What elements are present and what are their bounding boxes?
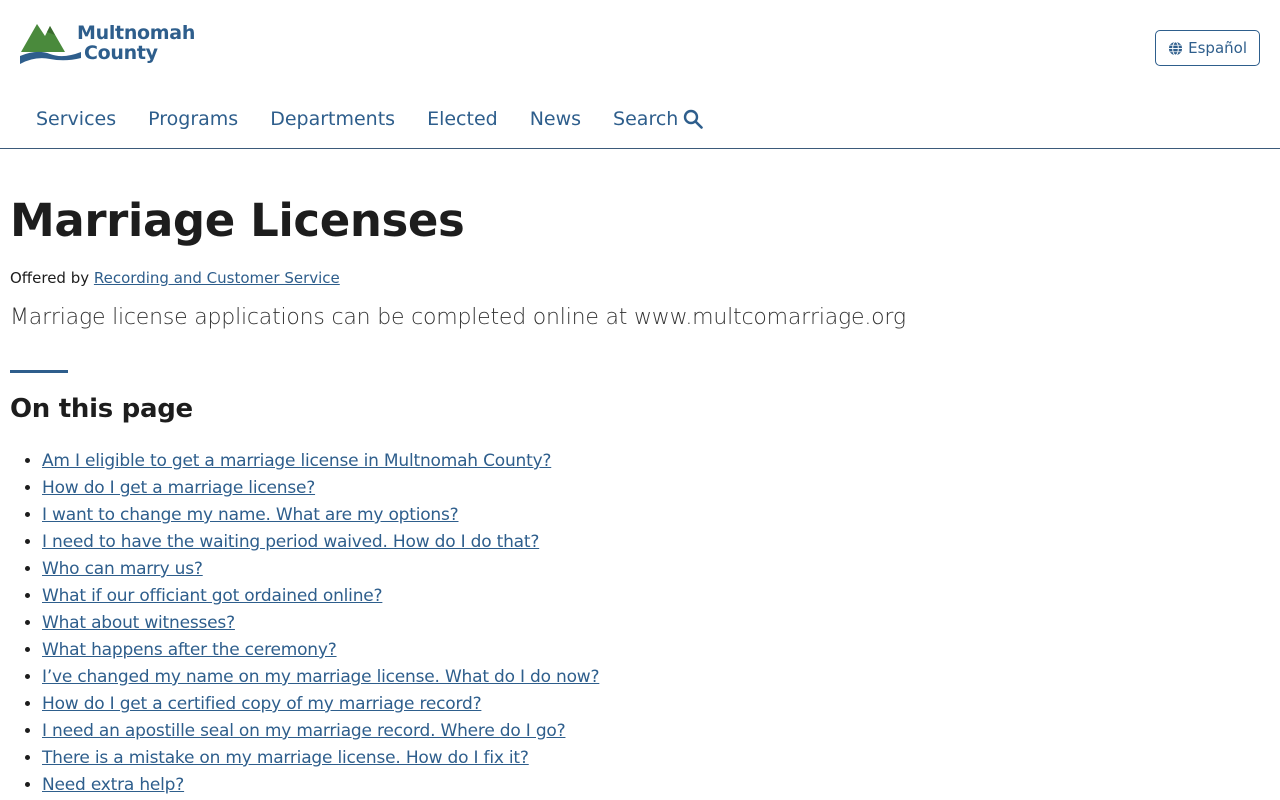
nav-search-label: Search — [613, 108, 679, 130]
toc-item: There is a mistake on my marriage licens… — [42, 745, 1270, 772]
toc-item: How do I get a certified copy of my marr… — [42, 691, 1270, 718]
toc-item: Who can marry us? — [42, 556, 1270, 583]
main-nav: Services Programs Departments Elected Ne… — [20, 108, 719, 130]
globe-icon — [1169, 40, 1183, 56]
toc-item: How do I get a marriage license? — [42, 475, 1270, 502]
nav-departments[interactable]: Departments — [254, 108, 411, 130]
toc-item: What about witnesses? — [42, 610, 1270, 637]
site-header: Multnomah County Español Services Progra… — [0, 0, 1280, 149]
logo-line-1: Multnomah — [77, 22, 196, 44]
toc-item: I want to change my name. What are my op… — [42, 502, 1270, 529]
toc-item: I need to have the waiting period waived… — [42, 529, 1270, 556]
logo-line-2: County — [84, 42, 158, 64]
toc-item: I need an apostille seal on my marriage … — [42, 718, 1270, 745]
logo-wordmark: Multnomah County — [77, 23, 195, 63]
nav-programs[interactable]: Programs — [132, 108, 254, 130]
main-content: Marriage Licenses Offered by Recording a… — [0, 195, 1280, 799]
language-button[interactable]: Español — [1155, 30, 1260, 66]
toc-link-extra-help[interactable]: Need extra help? — [42, 775, 184, 795]
toc-link-mistake[interactable]: There is a mistake on my marriage licens… — [42, 748, 529, 768]
toc-link-change-name[interactable]: I want to change my name. What are my op… — [42, 505, 459, 525]
toc-link-officiant-online[interactable]: What if our officiant got ordained onlin… — [42, 586, 383, 606]
nav-news[interactable]: News — [514, 108, 597, 130]
toc-link-witnesses[interactable]: What about witnesses? — [42, 613, 235, 633]
toc-item: What happens after the ceremony? — [42, 637, 1270, 664]
toc-item: What if our officiant got ordained onlin… — [42, 583, 1270, 610]
nav-search[interactable]: Search — [597, 108, 719, 130]
lead-text: Marriage license applications can be com… — [10, 305, 906, 330]
toc-link-eligible[interactable]: Am I eligible to get a marriage license … — [42, 451, 551, 471]
toc-link-after-ceremony[interactable]: What happens after the ceremony? — [42, 640, 337, 660]
toc-item: Need extra help? — [42, 772, 1270, 799]
toc-link-certified-copy[interactable]: How do I get a certified copy of my marr… — [42, 694, 482, 714]
toc-link-who-can-marry[interactable]: Who can marry us? — [42, 559, 203, 579]
multnomah-county-logo[interactable]: Multnomah County — [19, 18, 195, 68]
offered-by-prefix: Offered by — [10, 269, 90, 287]
toc-item: Am I eligible to get a marriage license … — [42, 448, 1270, 475]
offered-by-link[interactable]: Recording and Customer Service — [94, 269, 340, 287]
offered-by: Offered by Recording and Customer Servic… — [10, 269, 1270, 287]
toc-heading: On this page — [10, 394, 193, 424]
toc-item: I’ve changed my name on my marriage lice… — [42, 664, 1270, 691]
section-divider — [10, 370, 68, 373]
toc-link-name-changed[interactable]: I’ve changed my name on my marriage lice… — [42, 667, 600, 687]
mountain-logo-icon — [20, 24, 81, 64]
nav-elected[interactable]: Elected — [411, 108, 514, 130]
toc-link-get-license[interactable]: How do I get a marriage license? — [42, 478, 315, 498]
search-icon — [684, 109, 704, 129]
toc-list: Am I eligible to get a marriage license … — [10, 448, 1270, 799]
toc-link-waiting-period[interactable]: I need to have the waiting period waived… — [42, 532, 539, 552]
page-title: Marriage Licenses — [10, 194, 465, 247]
language-button-label: Español — [1188, 39, 1247, 57]
nav-services[interactable]: Services — [20, 108, 132, 130]
toc-link-apostille[interactable]: I need an apostille seal on my marriage … — [42, 721, 566, 741]
